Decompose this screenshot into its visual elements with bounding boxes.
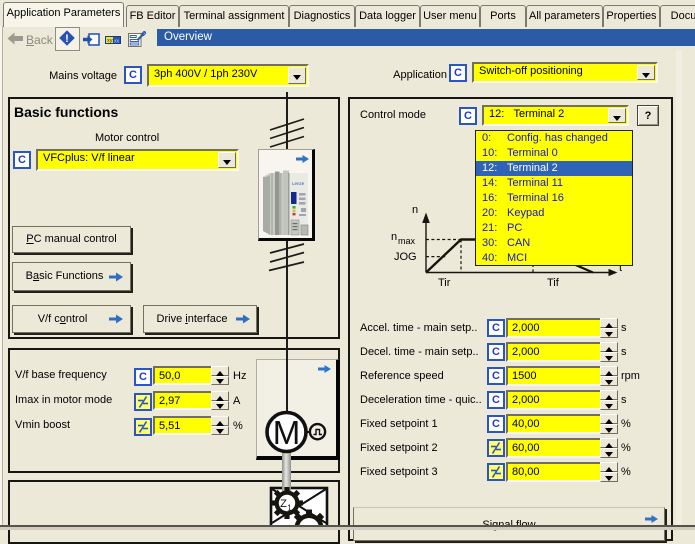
svg-text:1: 1 <box>287 504 292 513</box>
svg-text:Tif: Tif <box>547 277 560 289</box>
svg-text:Tir: Tir <box>438 277 451 289</box>
svg-text:!: ! <box>65 33 69 45</box>
svg-text:xx: xx <box>114 39 120 45</box>
svg-text:n: n <box>391 231 397 243</box>
svg-text:Lenze: Lenze <box>292 181 305 186</box>
svg-text:Z: Z <box>280 498 287 510</box>
svg-text:JOG: JOG <box>394 251 417 263</box>
svg-text:n: n <box>412 204 418 216</box>
svg-text:max: max <box>398 236 416 246</box>
svg-text:M: M <box>273 414 301 451</box>
